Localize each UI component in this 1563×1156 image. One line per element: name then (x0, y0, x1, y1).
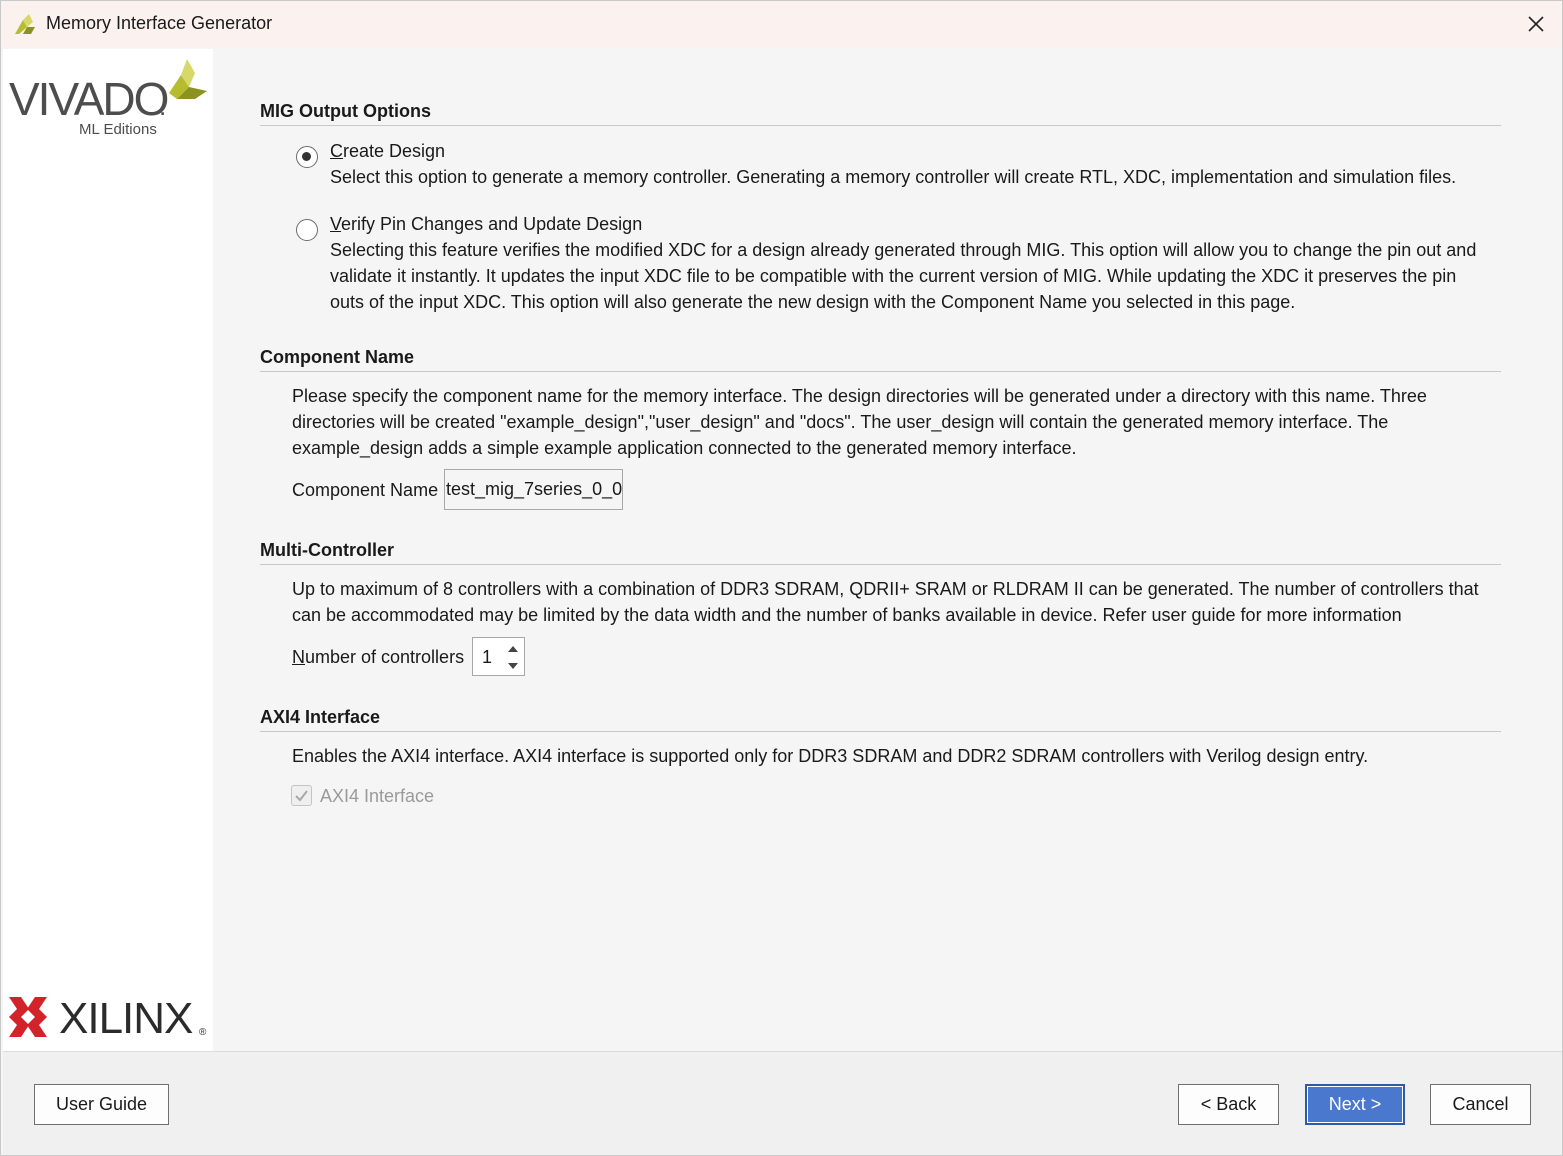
close-icon (1528, 16, 1544, 32)
create-design-radio[interactable] (296, 146, 318, 168)
verify-pin-changes-description: Selecting this feature verifies the modi… (330, 240, 1477, 312)
section-title-axi4: AXI4 Interface (260, 707, 381, 727)
component-name-description: Please specify the component name for th… (292, 386, 1427, 458)
axi4-description: Enables the AXI4 interface. AXI4 interfa… (292, 746, 1369, 766)
xilinx-logo: XILINX ® (9, 994, 207, 1043)
create-design-label[interactable]: Create Design (330, 138, 445, 164)
back-button[interactable]: < Back (1178, 1084, 1279, 1125)
axi4-checkbox-label[interactable]: AXI4 Interface (320, 786, 434, 807)
checkmark-icon (295, 790, 308, 802)
vivado-logo-text: VIVADO (9, 73, 168, 125)
title-bar: Memory Interface Generator (1, 1, 1562, 47)
next-button[interactable]: Next > (1305, 1084, 1405, 1125)
vivado-logo: VIVADO . ML Editions (9, 59, 207, 137)
main-content: MIG Output Options Create Design Select … (213, 49, 1562, 1051)
create-design-description: Select this option to generate a memory … (330, 167, 1457, 187)
multi-controller-description: Up to maximum of 8 controllers with a co… (292, 579, 1479, 625)
verify-pin-changes-label[interactable]: Verify Pin Changes and Update Design (330, 211, 642, 237)
section-title-multi-controller: Multi-Controller (260, 540, 394, 560)
section-title-component-name: Component Name (260, 347, 415, 367)
section-title-output-options: MIG Output Options (260, 101, 431, 121)
xilinx-logo-text: XILINX (59, 994, 193, 1043)
xilinx-logo-mark: ® (199, 1027, 207, 1038)
vivado-logo-mark: . (159, 91, 166, 121)
close-button[interactable] (1520, 9, 1552, 39)
stepper-down-icon[interactable] (505, 659, 521, 673)
cancel-button[interactable]: Cancel (1430, 1084, 1531, 1125)
window-title: Memory Interface Generator (46, 13, 273, 33)
stepper-up-icon[interactable] (505, 642, 521, 656)
number-of-controllers-label: Number of controllers (292, 647, 465, 667)
user-guide-button[interactable]: User Guide (34, 1084, 169, 1125)
controllers-stepper[interactable]: 1 (472, 637, 525, 676)
section-divider (260, 371, 1501, 372)
mig-dialog-window: Memory Interface Generator VIVADO . ML E… (0, 0, 1563, 1156)
controllers-value[interactable]: 1 (482, 647, 492, 668)
vivado-logo-subtext: ML Editions (79, 121, 157, 137)
component-name-input[interactable] (444, 469, 623, 510)
section-divider (260, 125, 1501, 126)
section-divider (260, 731, 1501, 732)
vivado-app-icon (15, 14, 35, 34)
footer-bar: User Guide < Back Next > Cancel (3, 1051, 1562, 1155)
verify-pin-changes-radio[interactable] (296, 219, 318, 241)
back-button-label: < Back (1200, 1094, 1257, 1114)
sidebar: VIVADO . ML Editions XILINX ® (3, 49, 213, 1051)
component-name-label: Component Name (292, 480, 439, 500)
axi4-checkbox[interactable] (291, 785, 312, 806)
section-divider (260, 564, 1501, 565)
